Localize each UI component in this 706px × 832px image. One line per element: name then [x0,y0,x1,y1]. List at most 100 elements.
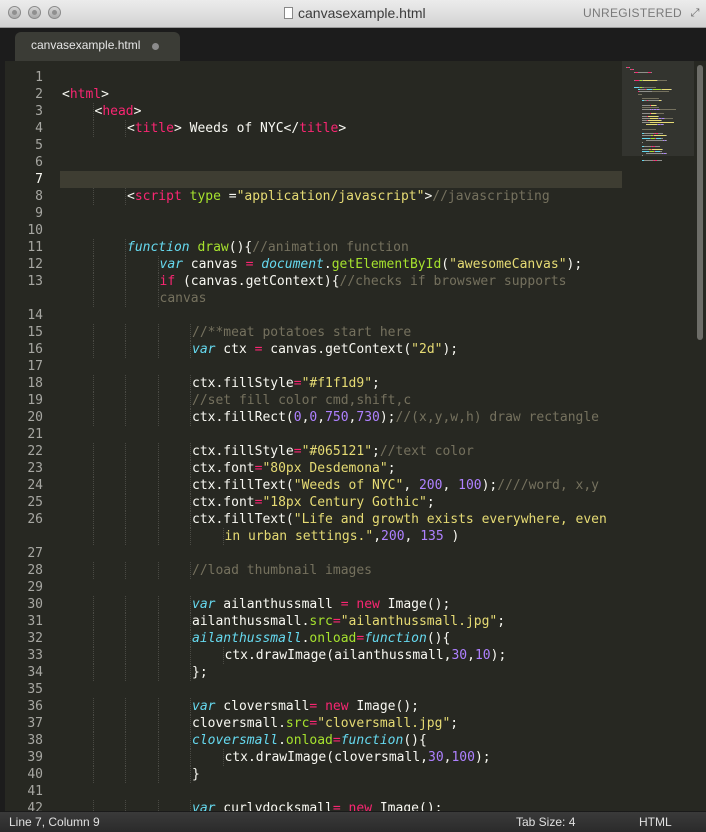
code-token: function [340,733,404,748]
code-line[interactable]: <title> Weeds of NYC</title> [127,120,346,137]
code-line[interactable]: cloversmall.src="cloversmall.jpg"; [192,715,458,732]
code-token: "18px Century Gothic" [262,495,427,510]
unsaved-dot-icon[interactable] [152,43,159,50]
line-number: 37 [27,716,43,731]
code-token: //animation function [252,240,409,255]
code-token: title [134,121,174,136]
code-token: "Life and growth exists everywhere, even [293,512,607,527]
code-line[interactable]: ctx.font="80px Desdemona"; [192,460,396,477]
code-line[interactable]: //**meat potatoes start here [192,324,411,341]
code-token: ctx.drawImage(ailanthussmall, [224,648,452,663]
code-line[interactable]: //load thumbnail images [192,562,372,579]
indent-guide [190,392,191,409]
code-token: in urban settings." [224,529,374,544]
syntax-selector[interactable]: HTML [639,815,672,829]
vertical-scrollbar[interactable] [694,61,706,811]
code-line[interactable]: if (canvas.getContext){//checks if brows… [160,273,567,290]
code-token: "awesomeCanvas" [449,257,567,272]
minimap-stroke [648,100,659,102]
code-token: , [403,478,419,493]
fullscreen-icon[interactable]: ⤢ [689,7,701,19]
code-line[interactable]: ctx.fillStyle="#065121";//text color [192,443,474,460]
code-token: ctx [215,342,255,357]
tab-label: canvasexample.html [31,38,141,52]
code-token: , [373,529,382,544]
indent-guide [125,120,126,137]
code-line[interactable]: var ailanthussmall = new Image(); [192,596,450,613]
minimize-window-icon[interactable] [28,6,41,19]
code-token: > [101,87,109,102]
minimap-stroke [657,159,662,161]
code-token: = [332,614,341,629]
code-line[interactable]: var canvas = document.getElementById("aw… [160,256,583,273]
code-line[interactable]: canvas [160,290,207,307]
code-line[interactable]: in urban settings.",200, 135 ) [225,528,460,545]
code-token: "Weeds of NYC" [293,478,404,493]
scrollbar-thumb[interactable] [697,65,703,340]
close-window-icon[interactable] [8,6,21,19]
line-number: 27 [27,546,43,561]
code-line[interactable]: }; [192,664,208,681]
code-line[interactable]: ctx.drawImage(ailanthussmall,30,10); [225,647,507,664]
indent-guide [190,375,191,392]
line-number: 10 [27,223,43,238]
code-line[interactable]: function draw(){//animation function [127,239,409,256]
zoom-window-icon[interactable] [48,6,61,19]
minimap[interactable] [622,61,694,811]
minimap-stroke [663,124,664,126]
code-token: function [127,240,190,255]
code-line[interactable]: ctx.fillRect(0,0,750,730);//(x,y,w,h) dr… [192,409,599,426]
code-line[interactable]: cloversmall.onload=function(){ [192,732,427,749]
code-token: = [332,733,341,748]
title-bar: canvasexample.html UNREGISTERED ⤢ [0,0,706,28]
line-number: 12 [27,257,43,272]
code-token: ctx.font [192,495,255,510]
indent-guide [125,409,126,426]
indent-guide [190,494,191,511]
indent-guide [190,409,191,426]
code-token: ; [426,495,435,510]
code-line[interactable]: ctx.fillText("Weeds of NYC", 200, 100);/… [192,477,599,494]
indent-guide [157,766,159,783]
code-line[interactable]: ctx.drawImage(cloversmall,30,100); [225,749,491,766]
minimap-stroke [642,98,659,99]
indent-guide [125,273,126,290]
code-token: ; [372,376,380,391]
code-line[interactable]: <head> [95,103,142,120]
code-token: 730 [356,410,380,425]
code-line[interactable]: ailanthussmall.src="ailanthussmall.jpg"; [192,613,505,630]
code-line[interactable]: <script type ="application/javascript">/… [127,188,550,205]
code-area[interactable]: <html> <head> <title> Weeds of NYC</title>… [62,61,622,817]
code-line[interactable]: <html> [62,86,109,103]
code-line[interactable]: ctx.font="18px Century Gothic"; [192,494,435,511]
code-token: cloversmall. [192,716,286,731]
code-line[interactable]: } [192,766,200,783]
line-number: 26 [27,512,43,527]
code-token: //load thumbnail images [192,563,373,578]
code-line[interactable]: var ctx = canvas.getContext("2d"); [192,341,458,358]
line-number: 30 [27,597,43,612]
code-token: "#f1f1d9" [301,376,373,391]
code-line[interactable]: ctx.fillStyle="#f1f1d9"; [192,375,380,392]
code-token: 135 [420,529,444,544]
line-number: 29 [27,580,43,595]
code-line[interactable]: ctx.fillText("Life and growth exists eve… [192,511,607,528]
indent-guide [92,120,94,137]
minimap-stroke [653,89,661,91]
minimap-stroke [650,122,674,124]
tab-size-selector[interactable]: Tab Size: 4 [516,815,575,829]
code-line[interactable]: //set fill color cmd,shift,c [192,392,411,409]
indent-guide [92,766,94,783]
code-token: = [340,597,349,612]
code-line[interactable]: var cloversmall= new Image(); [192,698,419,715]
line-number: 23 [27,461,43,476]
code-token: "80px Desdemona" [262,461,388,476]
indent-guide [125,528,126,545]
code-line[interactable]: ailanthussmall.onload=function(){ [192,630,450,647]
indent-guide [190,562,191,579]
line-number: 19 [27,393,43,408]
minimap-stroke [644,159,653,161]
indent-guide [157,409,159,426]
tab-canvasexample[interactable]: canvasexample.html [15,32,180,61]
indent-guide [125,239,126,256]
